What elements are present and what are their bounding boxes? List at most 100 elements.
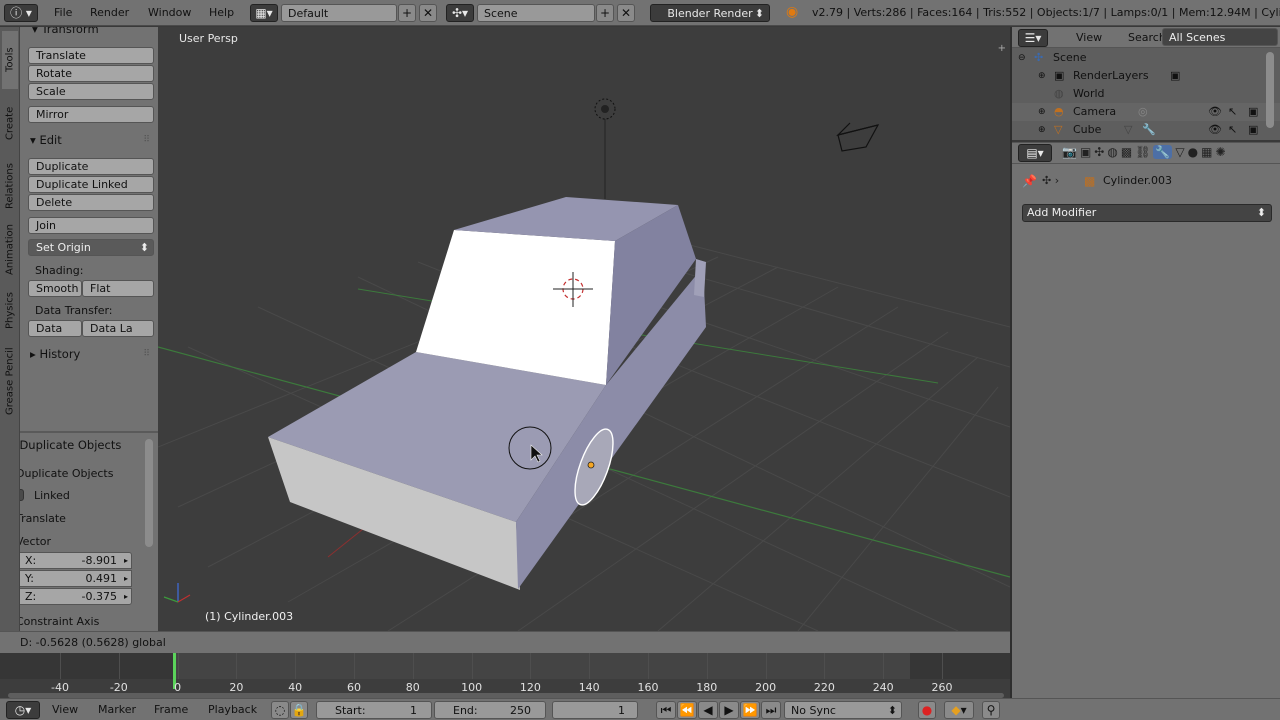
- panel-grip-icon[interactable]: ⠿: [143, 135, 150, 145]
- material-context-icon[interactable]: ●: [1188, 145, 1198, 159]
- expand-icon[interactable]: ⊕: [1038, 121, 1046, 139]
- modifiers-context-icon[interactable]: 🔧: [1153, 145, 1173, 159]
- timeline-editor[interactable]: -40 -20 0 20 40 60 80 100 120 140 160 180 200 220 240 2…: [0, 653, 1010, 698]
- timeline-menu-playback[interactable]: Playback: [196, 699, 269, 720]
- play-reverse-icon[interactable]: ◀: [698, 701, 718, 719]
- outliner-row-cube[interactable]: ⊕ ▽ Cube ▽ 🔧 👁 ↖ ▣: [1012, 121, 1280, 139]
- data-context-icon[interactable]: ▽: [1175, 145, 1184, 159]
- timeline-menu-frame[interactable]: Frame: [142, 699, 200, 720]
- mirror-button[interactable]: Mirror: [28, 106, 154, 123]
- outliner-row-world[interactable]: ◍ World: [1012, 85, 1280, 103]
- shade-flat-button[interactable]: Flat: [82, 280, 154, 297]
- panel-history-header[interactable]: ▸ History: [30, 347, 80, 361]
- end-frame-field[interactable]: End: 250: [434, 701, 546, 719]
- render-engine-select[interactable]: Blender Render ⬍: [650, 4, 770, 22]
- play-icon[interactable]: ▶: [719, 701, 739, 719]
- editor-type-properties-button[interactable]: ▤▾: [1018, 144, 1052, 162]
- car-mesh[interactable]: [268, 197, 706, 590]
- duplicate-button[interactable]: Duplicate: [28, 158, 154, 175]
- vector-z-field[interactable]: ◂ Z: -0.375 ▸: [20, 588, 132, 605]
- tab-tools[interactable]: Tools: [2, 31, 18, 89]
- scene-field[interactable]: Scene: [477, 4, 595, 22]
- menu-render[interactable]: Render: [78, 0, 141, 26]
- constraints-context-icon[interactable]: ⛓: [1135, 145, 1150, 159]
- jump-keyframe-back-icon[interactable]: ⏪: [677, 701, 697, 719]
- expand-icon[interactable]: ⊕: [1038, 67, 1046, 85]
- pin-icon[interactable]: 📌: [1022, 174, 1037, 188]
- record-icon[interactable]: ●: [918, 701, 936, 719]
- outliner-row-camera[interactable]: ⊕ ◓ Camera ◎ 👁 ↖ ▣: [1012, 103, 1280, 121]
- screen-layout-icon[interactable]: ▦▾: [250, 4, 278, 22]
- duplicate-linked-button[interactable]: Duplicate Linked: [28, 176, 154, 193]
- render-layer-toggle-icon[interactable]: ▣: [1170, 67, 1180, 85]
- outliner-filter-select[interactable]: All Scenes: [1162, 28, 1278, 46]
- preview-range-icon[interactable]: ◌: [271, 701, 289, 719]
- scene-icon[interactable]: ✣▾: [446, 4, 474, 22]
- editor-type-info-button[interactable]: ⓘ ▾: [4, 4, 38, 22]
- editor-type-timeline-button[interactable]: ◷▾: [6, 701, 40, 719]
- outliner-row-scene[interactable]: ⊖ ✣ Scene: [1012, 49, 1280, 67]
- menu-help[interactable]: Help: [197, 0, 246, 26]
- data-transfer-button[interactable]: Data: [28, 320, 82, 337]
- tab-relations[interactable]: Relations: [2, 155, 18, 217]
- add-scene-icon[interactable]: +: [596, 4, 614, 22]
- current-frame-field[interactable]: 1: [552, 701, 638, 719]
- remove-layout-icon[interactable]: ✕: [419, 4, 437, 22]
- scale-button[interactable]: Scale: [28, 83, 154, 100]
- select-arrow-icon[interactable]: ↖: [1228, 103, 1237, 121]
- render-camera-icon[interactable]: ▣: [1248, 103, 1258, 121]
- tab-physics[interactable]: Physics: [2, 283, 18, 339]
- screen-layout-field[interactable]: Default: [281, 4, 397, 22]
- jump-start-icon[interactable]: ⏮: [656, 701, 676, 719]
- lock-icon[interactable]: 🔒: [290, 701, 308, 719]
- data-layout-button[interactable]: Data La: [82, 320, 154, 337]
- timeline-menu-marker[interactable]: Marker: [86, 699, 148, 720]
- visibility-eye-icon[interactable]: 👁: [1208, 121, 1222, 139]
- keying-set-icon[interactable]: ◆▾: [944, 701, 974, 719]
- translate-button[interactable]: Translate: [28, 47, 154, 64]
- texture-context-icon[interactable]: ▦: [1201, 145, 1212, 159]
- start-frame-field[interactable]: Start: 1: [316, 701, 432, 719]
- select-arrow-icon[interactable]: ↖: [1228, 121, 1237, 139]
- rotate-button[interactable]: Rotate: [28, 65, 154, 82]
- render-camera-icon[interactable]: ▣: [1248, 121, 1258, 139]
- scene-context-icon[interactable]: ✣: [1094, 145, 1104, 159]
- 3d-viewport[interactable]: User Persp (1) Cylinder.003 +: [158, 27, 1010, 631]
- tab-animation[interactable]: Animation: [2, 219, 18, 281]
- outliner-menu-view[interactable]: View: [1064, 27, 1114, 48]
- vector-y-field[interactable]: ◂ Y: 0.491 ▸: [20, 570, 132, 587]
- collapse-icon[interactable]: ⊖: [1018, 49, 1026, 67]
- remove-scene-icon[interactable]: ✕: [617, 4, 635, 22]
- outliner-scrollbar[interactable]: [1266, 52, 1274, 128]
- delete-button[interactable]: Delete: [28, 194, 154, 211]
- jump-end-icon[interactable]: ⏭: [761, 701, 781, 719]
- editor-type-outliner-button[interactable]: ☰▾: [1018, 29, 1048, 47]
- panel-transform-header[interactable]: ▾ Transform: [32, 27, 99, 36]
- add-layout-icon[interactable]: +: [398, 4, 416, 22]
- menu-window[interactable]: Window: [136, 0, 203, 26]
- linked-checkbox[interactable]: [20, 489, 24, 501]
- world-context-icon[interactable]: ◍: [1107, 145, 1117, 159]
- jump-keyframe-forward-icon[interactable]: ⏩: [740, 701, 760, 719]
- object-context-icon[interactable]: ▩: [1121, 145, 1132, 159]
- viewport-corner-plus-icon[interactable]: +: [998, 43, 1006, 54]
- keyframe-insert-icon[interactable]: ⚲: [982, 701, 1000, 719]
- vector-x-field[interactable]: ◂ X: -8.901 ▸: [20, 552, 132, 569]
- panel-edit-header[interactable]: ▾ Edit: [30, 133, 62, 147]
- operator-panel-header[interactable]: ▾ Duplicate Objects: [20, 438, 121, 452]
- shade-smooth-button[interactable]: Smooth: [28, 280, 82, 297]
- add-modifier-select[interactable]: Add Modifier ⬍: [1022, 204, 1272, 222]
- visibility-eye-icon[interactable]: 👁: [1208, 103, 1222, 121]
- particles-context-icon[interactable]: ✺: [1215, 145, 1225, 159]
- render-layers-context-icon[interactable]: ▣: [1080, 145, 1091, 159]
- timeline-menu-view[interactable]: View: [40, 699, 90, 720]
- set-origin-select[interactable]: Set Origin ⬍: [28, 239, 154, 256]
- tab-create[interactable]: Create: [2, 93, 18, 153]
- render-context-icon[interactable]: 📷: [1062, 145, 1077, 159]
- outliner-row-renderlayers[interactable]: ⊕ ▣ RenderLayers ▣: [1012, 67, 1280, 85]
- operator-scrollbar[interactable]: [145, 439, 153, 547]
- expand-icon[interactable]: ⊕: [1038, 103, 1046, 121]
- camera-icon[interactable]: [836, 122, 880, 152]
- sync-mode-select[interactable]: No Sync ⬍: [784, 701, 902, 719]
- join-button[interactable]: Join: [28, 217, 154, 234]
